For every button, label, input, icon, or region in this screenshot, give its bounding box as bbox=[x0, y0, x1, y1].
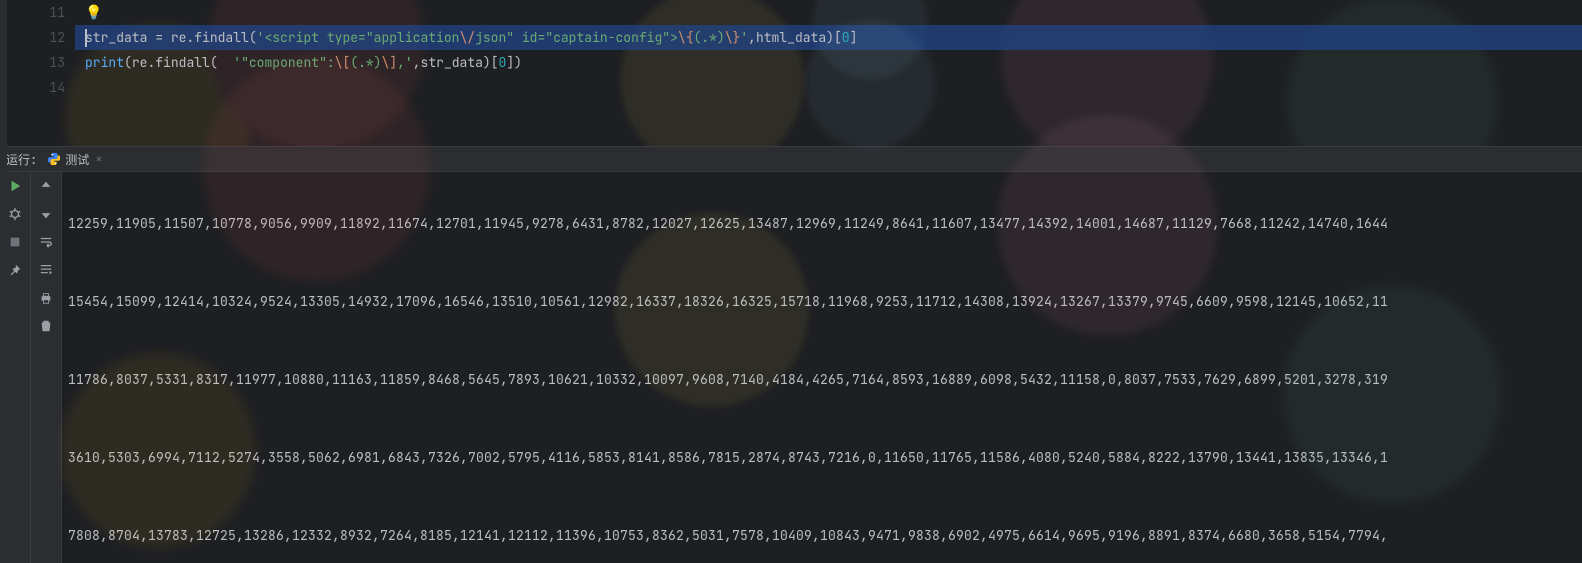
gutter-line-12: 12 bbox=[49, 29, 65, 46]
scroll-down-icon[interactable] bbox=[38, 206, 54, 222]
output-line: 15454,15099,12414,10324,9524,13305,14932… bbox=[68, 289, 1582, 315]
output-line: 12259,11905,11507,10778,9056,9909,11892,… bbox=[68, 211, 1582, 237]
run-toolbar-secondary bbox=[31, 172, 62, 563]
rerun-icon[interactable] bbox=[7, 178, 23, 194]
trash-icon[interactable] bbox=[38, 318, 54, 334]
print-icon[interactable] bbox=[38, 290, 54, 306]
gutter-line-14: 14 bbox=[49, 79, 65, 96]
editor-gutter: 11 12 13 14 bbox=[0, 0, 75, 146]
scroll-to-end-icon[interactable] bbox=[38, 262, 54, 278]
console-output[interactable]: 12259,11905,11507,10778,9056,9909,11892,… bbox=[62, 172, 1582, 563]
gutter-line-13: 13 bbox=[49, 54, 65, 71]
code-line-12[interactable]: str_data = re.findall('<script type="app… bbox=[75, 25, 1582, 50]
output-line: 7808,8704,13783,12725,13286,12332,8932,7… bbox=[68, 523, 1582, 549]
soft-wrap-icon[interactable] bbox=[38, 234, 54, 250]
scroll-up-icon[interactable] bbox=[38, 178, 54, 194]
intention-bulb-icon[interactable]: 💡 bbox=[85, 4, 102, 22]
code-line-13[interactable]: print(re.findall( '"component":\[(.*)\],… bbox=[75, 50, 1582, 75]
code-line-14[interactable] bbox=[75, 75, 1582, 100]
gutter-line-11: 11 bbox=[49, 4, 65, 21]
python-file-icon bbox=[47, 152, 61, 166]
output-line: 3610,5303,6994,7112,5274,3558,5062,6981,… bbox=[68, 445, 1582, 471]
pin-icon[interactable] bbox=[7, 262, 23, 278]
stop-icon[interactable] bbox=[7, 234, 23, 250]
run-tab[interactable]: 测试 × bbox=[47, 151, 102, 168]
run-label: 运行: bbox=[6, 151, 37, 168]
debug-icon[interactable] bbox=[7, 206, 23, 222]
run-tool-header: 运行: 测试 × bbox=[0, 146, 1582, 172]
code-editor[interactable]: 💡 str_data = re.findall('<script type="a… bbox=[75, 0, 1582, 146]
run-tab-name: 测试 bbox=[65, 151, 89, 168]
output-line: 11786,8037,5331,8317,11977,10880,11163,1… bbox=[68, 367, 1582, 393]
close-tab-icon[interactable]: × bbox=[95, 151, 102, 167]
